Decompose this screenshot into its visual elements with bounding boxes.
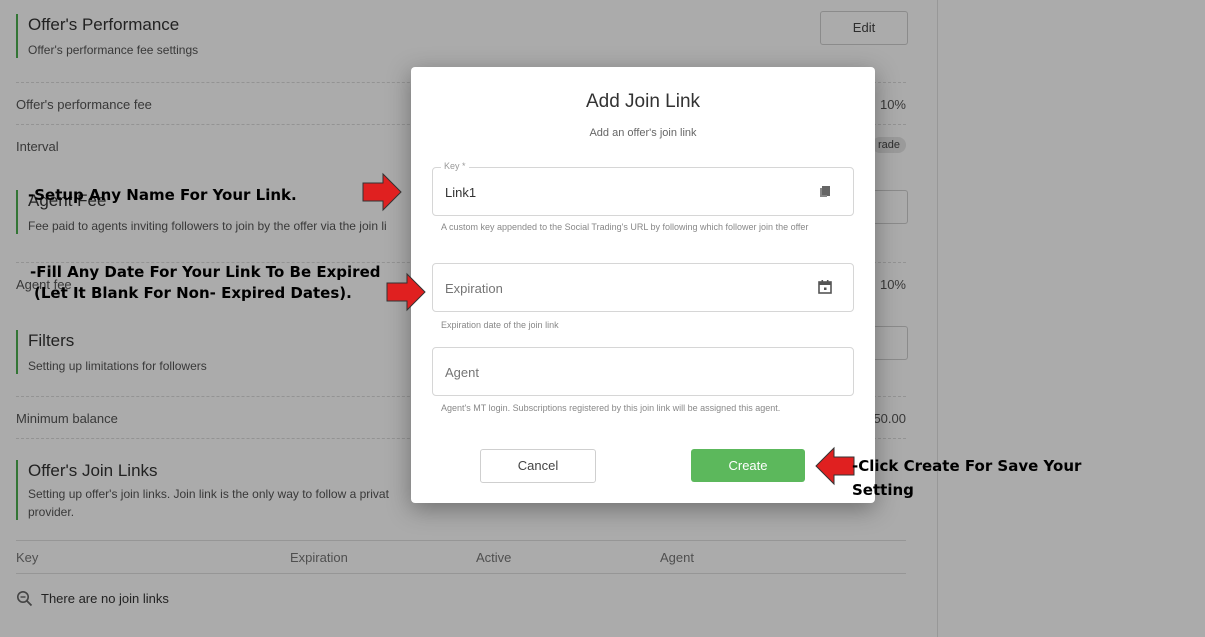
- dialog-title: Add Join Link: [585, 91, 701, 112]
- key-legend: Key *: [441, 161, 469, 171]
- dialog-subtitle: Add an offer's join link: [589, 127, 697, 139]
- annotation-date-tip-1: -Fill Any Date For Your Link To Be Expir…: [30, 263, 381, 281]
- annotation-create-tip-1: -Click Create For Save Your: [852, 457, 1082, 475]
- arrow-right-icon: [362, 172, 402, 212]
- cancel-button[interactable]: Cancel: [480, 449, 596, 483]
- annotation-date-tip-2: (Let It Blank For Non- Expired Dates).: [34, 284, 352, 302]
- expiration-field[interactable]: [432, 263, 854, 312]
- annotation-name-tip: -Setup Any Name For Your Link.: [28, 186, 297, 204]
- key-input[interactable]: [443, 184, 807, 201]
- agent-input[interactable]: [443, 364, 807, 381]
- create-button[interactable]: Create: [691, 449, 805, 482]
- expiration-input[interactable]: [443, 280, 807, 297]
- copy-icon[interactable]: [817, 183, 833, 199]
- annotation-create-tip-2: Setting: [852, 481, 914, 499]
- expiration-helper-text: Expiration date of the join link: [441, 320, 559, 330]
- arrow-right-icon: [386, 272, 426, 312]
- add-join-link-dialog: Add Join Link Add an offer's join link K…: [411, 67, 875, 503]
- arrow-left-icon: [815, 446, 855, 486]
- agent-helper-text: Agent's MT login. Subscriptions register…: [441, 403, 781, 413]
- calendar-icon[interactable]: [817, 279, 833, 295]
- agent-field[interactable]: [432, 347, 854, 396]
- key-field[interactable]: Key *: [432, 161, 854, 216]
- key-helper-text: A custom key appended to the Social Trad…: [441, 222, 809, 232]
